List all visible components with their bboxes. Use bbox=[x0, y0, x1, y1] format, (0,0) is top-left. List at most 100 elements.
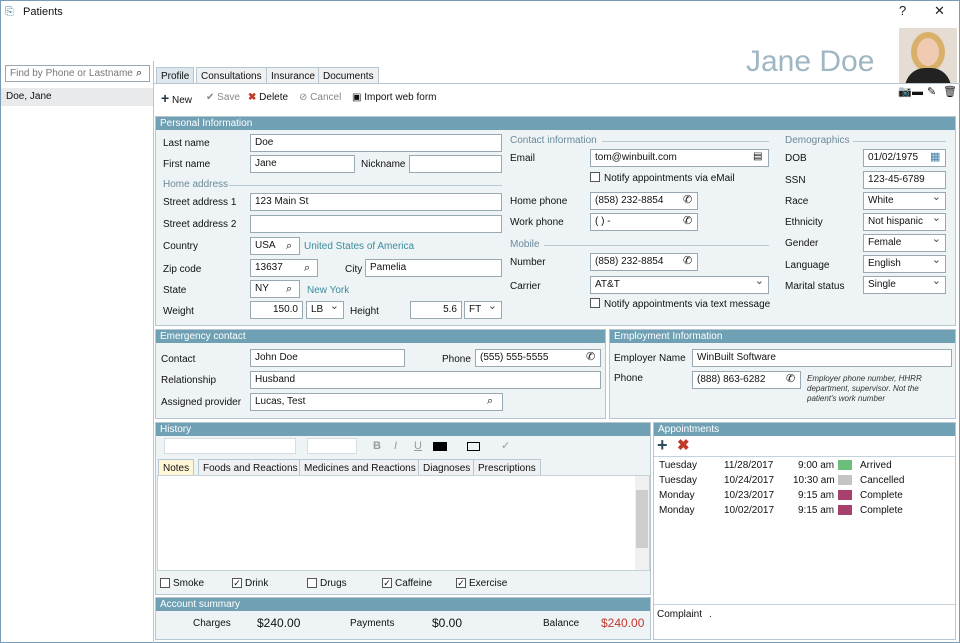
home-address-label: Home address bbox=[163, 179, 229, 190]
delete-button[interactable]: ✖ Delete bbox=[248, 91, 288, 105]
scrollbar-thumb[interactable] bbox=[636, 490, 648, 548]
window-title: Patients bbox=[23, 6, 63, 18]
font-select[interactable] bbox=[164, 438, 296, 454]
marital-label: Marital status bbox=[785, 281, 845, 292]
patient-list-item[interactable]: Doe, Jane bbox=[1, 88, 153, 106]
notify-text-label: Notify appointments via text message bbox=[604, 299, 771, 310]
street2-field[interactable] bbox=[250, 215, 502, 233]
weight-unit-select[interactable]: LB bbox=[306, 301, 344, 319]
app-icon: ⎘ bbox=[5, 6, 14, 18]
emergency-phone-field[interactable]: (555) 555-5555 bbox=[475, 349, 601, 367]
work-phone-icon[interactable]: ✆ bbox=[683, 213, 692, 229]
italic-icon[interactable]: I bbox=[394, 438, 397, 454]
relationship-field[interactable]: Husband bbox=[250, 371, 601, 389]
tab-consultations[interactable]: Consultations bbox=[196, 67, 267, 84]
drugs-checkbox[interactable] bbox=[307, 578, 317, 588]
appointment-status: Cancelled bbox=[860, 475, 905, 486]
mobile-number-field[interactable]: (858) 232-8854 bbox=[590, 253, 698, 271]
edit-icon[interactable]: ✎ bbox=[927, 84, 936, 100]
height-unit-select[interactable]: FT bbox=[464, 301, 502, 319]
history-tab-prescriptions[interactable]: Prescriptions bbox=[473, 459, 541, 476]
state-search-icon[interactable]: ⌕ bbox=[286, 281, 292, 297]
home-phone-icon[interactable]: ✆ bbox=[683, 192, 692, 208]
work-phone-field[interactable]: ( ) - bbox=[590, 213, 698, 231]
country-search-icon[interactable]: ⌕ bbox=[286, 238, 292, 254]
trash-icon[interactable]: 🗑 bbox=[943, 84, 957, 100]
spellcheck-icon[interactable]: ✓ bbox=[501, 438, 510, 454]
home-phone-field[interactable]: (858) 232-8854 bbox=[590, 192, 698, 210]
search-icon[interactable]: ⌕ bbox=[136, 65, 142, 81]
state-field[interactable]: NY bbox=[250, 280, 300, 298]
close-button[interactable]: ✕ bbox=[934, 3, 945, 19]
cancel-button[interactable]: ⊘ Cancel bbox=[299, 91, 341, 105]
notes-editor[interactable] bbox=[157, 475, 650, 571]
nickname-field[interactable] bbox=[409, 155, 502, 173]
calendar-icon[interactable]: ▦ bbox=[930, 149, 940, 165]
charges-value: $240.00 bbox=[257, 616, 301, 630]
bold-icon[interactable]: B bbox=[373, 438, 381, 454]
tab-documents[interactable]: Documents bbox=[318, 67, 379, 84]
provider-field[interactable]: Lucas, Test bbox=[250, 393, 503, 411]
marital-select[interactable]: Single bbox=[863, 276, 946, 294]
notify-email-checkbox[interactable] bbox=[590, 172, 600, 182]
delete-appointment-icon[interactable]: ✖ bbox=[677, 437, 690, 455]
language-select[interactable]: English bbox=[863, 255, 946, 273]
save-button[interactable]: ✔ Save bbox=[206, 91, 240, 105]
smoke-checkbox[interactable] bbox=[160, 578, 170, 588]
history-tab-notes[interactable]: Notes bbox=[158, 459, 195, 476]
demographics-header: Demographics bbox=[785, 135, 850, 146]
last-name-field[interactable]: Doe bbox=[250, 134, 502, 152]
employment-phone-icon[interactable]: ✆ bbox=[786, 371, 795, 387]
country-field[interactable]: USA bbox=[250, 237, 300, 255]
gender-select[interactable]: Female bbox=[863, 234, 946, 252]
underline-icon[interactable]: U bbox=[414, 438, 422, 454]
first-name-field[interactable]: Jane bbox=[250, 155, 355, 173]
provider-search-icon[interactable]: ⌕ bbox=[487, 393, 493, 409]
ssn-field[interactable]: 123-45-6789 bbox=[863, 171, 946, 189]
search-input[interactable]: Find by Phone or Lastname bbox=[5, 65, 150, 82]
contact-field[interactable]: John Doe bbox=[250, 349, 405, 367]
exercise-checkbox[interactable]: ✓ bbox=[456, 578, 466, 588]
camera-icon[interactable]: 📷 bbox=[898, 84, 912, 100]
appointment-time: 9:00 am bbox=[798, 460, 835, 471]
import-button[interactable]: ▣ Import web form bbox=[352, 91, 436, 105]
mobile-phone-icon[interactable]: ✆ bbox=[683, 253, 692, 269]
patient-photo bbox=[899, 28, 957, 84]
appointment-time: 9:15 am bbox=[798, 505, 835, 516]
drink-checkbox[interactable]: ✓ bbox=[232, 578, 242, 588]
emergency-phone-icon[interactable]: ✆ bbox=[586, 349, 595, 365]
employment-phone-field[interactable]: (888) 863-6282 bbox=[692, 371, 801, 389]
add-appointment-icon[interactable]: + bbox=[657, 436, 668, 454]
highlight-icon[interactable] bbox=[467, 442, 480, 451]
history-tab-medicines[interactable]: Medicines and Reactions bbox=[299, 459, 421, 476]
help-button[interactable]: ? bbox=[899, 3, 906, 18]
employer-field[interactable]: WinBuilt Software bbox=[692, 349, 952, 367]
race-select[interactable]: White bbox=[863, 192, 946, 210]
email-card-icon[interactable]: ▤ bbox=[753, 149, 762, 165]
city-field[interactable]: Pamelia bbox=[365, 259, 502, 277]
new-button[interactable]: + New bbox=[161, 91, 192, 108]
weight-field[interactable]: 150.0 bbox=[250, 301, 303, 319]
email-label: Email bbox=[510, 153, 536, 164]
history-header: History bbox=[156, 423, 650, 436]
appointment-time: 9:15 am bbox=[798, 490, 835, 501]
ethnicity-select[interactable]: Not hispanic bbox=[863, 213, 946, 231]
appointment-date: 11/28/2017 bbox=[724, 460, 774, 471]
carrier-select[interactable]: AT&T bbox=[590, 276, 769, 294]
email-field[interactable]: tom@winbuilt.com bbox=[590, 149, 769, 167]
tab-profile[interactable]: Profile bbox=[156, 67, 195, 84]
history-tab-diagnoses[interactable]: Diagnoses bbox=[418, 459, 476, 476]
folder-icon[interactable]: ▬ bbox=[912, 84, 923, 100]
appointment-day: Tuesday bbox=[659, 460, 697, 471]
text-color-icon[interactable] bbox=[433, 442, 447, 451]
height-field[interactable]: 5.6 bbox=[410, 301, 462, 319]
font-size-select[interactable] bbox=[307, 438, 357, 454]
notify-text-checkbox[interactable] bbox=[590, 298, 600, 308]
tab-insurance[interactable]: Insurance bbox=[266, 67, 320, 84]
caffeine-label: Caffeine bbox=[395, 578, 433, 589]
street1-field[interactable]: 123 Main St bbox=[250, 193, 502, 211]
caffeine-checkbox[interactable]: ✓ bbox=[382, 578, 392, 588]
contact-label: Contact bbox=[161, 354, 196, 365]
history-tab-foods[interactable]: Foods and Reactions bbox=[198, 459, 303, 476]
zip-search-icon[interactable]: ⌕ bbox=[304, 260, 310, 276]
